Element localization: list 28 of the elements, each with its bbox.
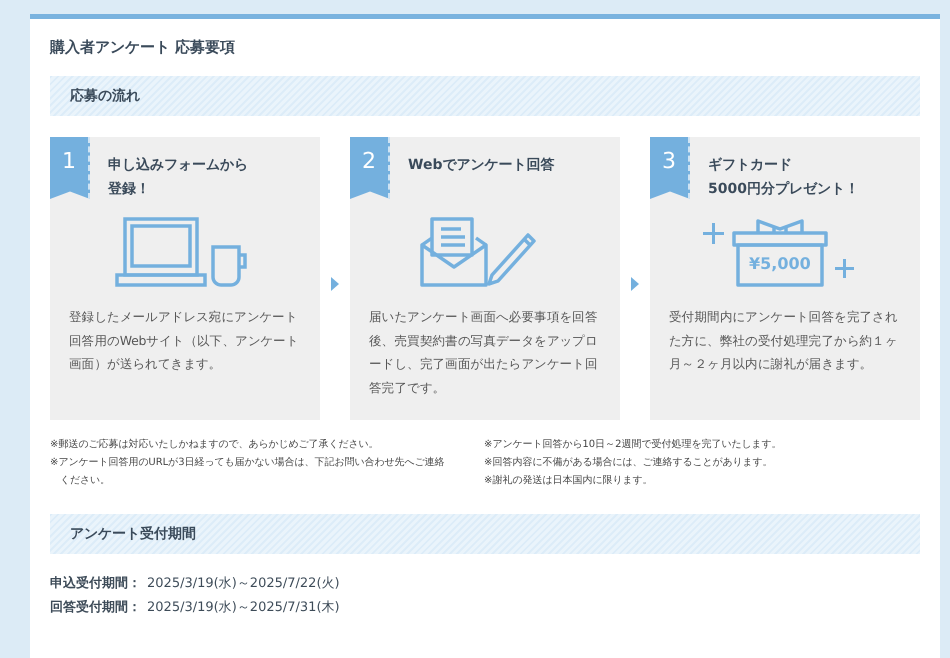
step-description: 受付期間内にアンケート回答を完了された方に、弊社の受付処理完了から約１ヶ月～２ヶ月以内に謝礼が届きます。 xyxy=(669,308,899,373)
step-number: 3 xyxy=(662,149,676,176)
step-description: 届いたアンケート画面へ必要事項を回答後、売買契約書の写真データをアップロードし、完了画面が出たらアンケート回答完了です。 xyxy=(369,308,599,396)
period-value: 2025/3/19(水)～2025/7/31(木) xyxy=(147,599,340,617)
step-title: Webでアンケート回答 xyxy=(408,156,554,175)
section-heading: アンケート受付期間 xyxy=(70,525,196,543)
note-text: ※郵送のご応募は対応いたしかねますので、あらかじめご了承ください。 xyxy=(50,438,380,452)
step-title: ギフトカード xyxy=(708,156,793,175)
gift-box-icon xyxy=(732,219,828,287)
note-text: ※謝礼の発送は日本国内に限ります。 xyxy=(484,474,654,488)
note-text: ※回答内容に不備がある場合には、ご連絡することがあります。 xyxy=(484,456,774,470)
period-label: 回答受付期間： xyxy=(50,598,141,617)
step-number: 1 xyxy=(62,149,76,176)
step-title: 5000円分プレゼント！ xyxy=(708,180,859,199)
sparkle-icon xyxy=(835,259,854,278)
step-title: 申し込みフォームから xyxy=(108,156,248,175)
arrow-icon xyxy=(631,276,639,290)
step-number: 2 xyxy=(362,149,376,176)
step-title: 登録！ xyxy=(108,180,151,199)
period-label: 申込受付期間： xyxy=(50,574,141,593)
sparkle-icon xyxy=(703,223,724,244)
page-title: 購入者アンケート 応募要項 xyxy=(50,37,236,58)
period-value: 2025/3/19(水)～2025/7/22(火) xyxy=(147,575,340,593)
arrow-icon xyxy=(331,276,339,290)
note-text: ※アンケート回答用のURLが3日経っても届かない場合は、下記お問い合わせ先へご連絡ください。 xyxy=(50,456,446,488)
section-heading: 応募の流れ xyxy=(70,87,140,105)
note-text: ※アンケート回答から10日～2週間で受付処理を完了いたします。 xyxy=(484,438,782,452)
step-description: 登録したメールアドレス宛にアンケート回答用のWebサイト（以下、アンケート画面）が送られてきます。 xyxy=(69,308,300,373)
